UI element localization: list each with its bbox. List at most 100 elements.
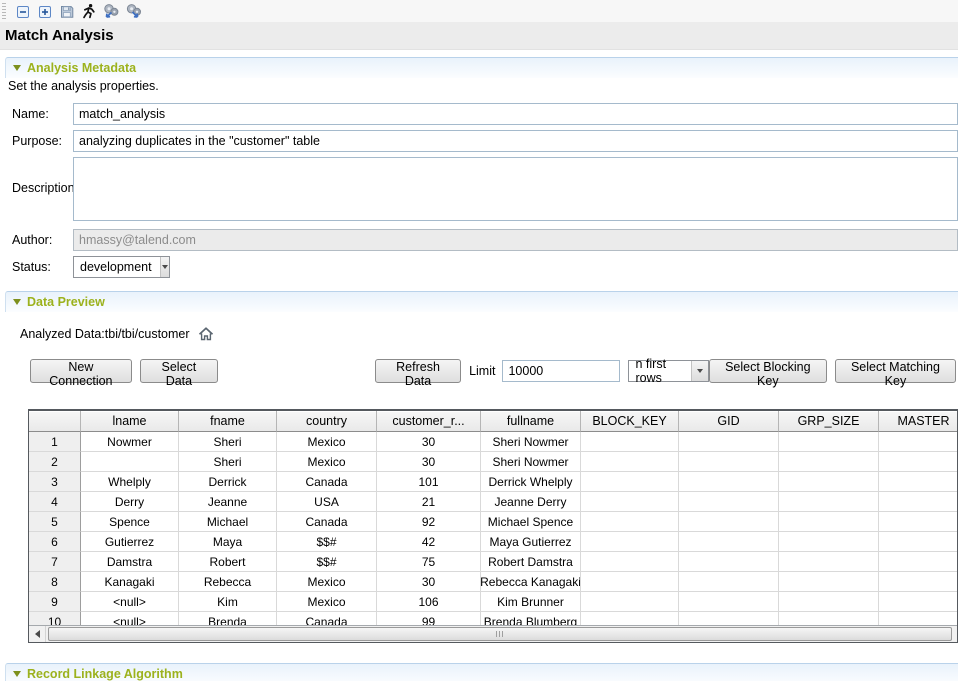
scrollbar-thumb[interactable] <box>48 627 952 641</box>
row-number-cell[interactable]: 9 <box>29 592 81 612</box>
table-cell[interactable]: Jeanne <box>179 492 277 512</box>
table-cell[interactable] <box>879 452 957 472</box>
column-header-lname[interactable]: lname <box>81 411 179 432</box>
table-cell[interactable] <box>779 512 879 532</box>
home-icon[interactable] <box>197 326 215 342</box>
table-cell[interactable]: Brenda <box>179 612 277 625</box>
table-cell[interactable]: Sheri <box>179 432 277 452</box>
table-cell[interactable] <box>879 572 957 592</box>
table-cell[interactable]: Maya <box>179 532 277 552</box>
expand-all-button[interactable] <box>34 1 56 21</box>
description-field[interactable] <box>73 157 958 221</box>
table-cell[interactable]: 42 <box>377 532 481 552</box>
table-cell[interactable] <box>779 552 879 572</box>
select-blocking-key-button[interactable]: Select Blocking Key <box>709 359 827 383</box>
table-cell[interactable]: Mexico <box>277 572 377 592</box>
column-header-GRP_SIZE[interactable]: GRP_SIZE <box>779 411 879 432</box>
table-cell[interactable]: $$# <box>277 532 377 552</box>
table-cell[interactable]: Rebecca Kanagaki <box>481 572 581 592</box>
status-dropdown[interactable]: development <box>73 256 170 278</box>
table-cell[interactable] <box>879 512 957 532</box>
section-header-analysis-metadata[interactable]: Analysis Metadata <box>5 57 958 78</box>
table-cell[interactable]: Whelply <box>81 472 179 492</box>
table-cell[interactable] <box>879 592 957 612</box>
new-connection-button[interactable]: New Connection <box>30 359 132 383</box>
table-cell[interactable] <box>581 572 679 592</box>
table-cell[interactable]: $$# <box>277 552 377 572</box>
table-cell[interactable]: Robert <box>179 552 277 572</box>
collapse-all-button[interactable] <box>12 1 34 21</box>
refresh-gears-button[interactable] <box>100 1 122 21</box>
refresh-gears-alt-button[interactable] <box>122 1 144 21</box>
row-number-cell[interactable]: 2 <box>29 452 81 472</box>
table-cell[interactable]: 30 <box>377 452 481 472</box>
table-cell[interactable]: Spence <box>81 512 179 532</box>
table-cell[interactable]: <null> <box>81 612 179 625</box>
table-cell[interactable]: 30 <box>377 572 481 592</box>
refresh-data-button[interactable]: Refresh Data <box>375 359 461 383</box>
table-cell[interactable] <box>581 612 679 625</box>
table-cell[interactable] <box>879 472 957 492</box>
table-cell[interactable] <box>581 452 679 472</box>
table-cell[interactable] <box>779 452 879 472</box>
table-cell[interactable]: Canada <box>277 612 377 625</box>
save-button[interactable] <box>56 1 78 21</box>
table-cell[interactable]: 106 <box>377 592 481 612</box>
table-cell[interactable]: Mexico <box>277 592 377 612</box>
table-cell[interactable]: USA <box>277 492 377 512</box>
table-cell[interactable] <box>779 592 879 612</box>
select-matching-key-button[interactable]: Select Matching Key <box>835 359 956 383</box>
table-cell[interactable]: Mexico <box>277 432 377 452</box>
table-cell[interactable] <box>581 552 679 572</box>
table-cell[interactable] <box>679 452 779 472</box>
column-header-GID[interactable]: GID <box>679 411 779 432</box>
table-cell[interactable] <box>679 472 779 492</box>
table-cell[interactable]: Rebecca <box>179 572 277 592</box>
toolbar-grip-handle[interactable] <box>2 3 6 19</box>
table-cell[interactable] <box>879 532 957 552</box>
table-cell[interactable]: Kim <box>179 592 277 612</box>
table-cell[interactable]: Gutierrez <box>81 532 179 552</box>
table-cell[interactable]: Brenda Blumberg <box>481 612 581 625</box>
run-analysis-button[interactable] <box>78 1 100 21</box>
table-cell[interactable] <box>679 432 779 452</box>
scroll-left-arrow[interactable] <box>29 626 46 642</box>
column-header-customer_r...[interactable]: customer_r... <box>377 411 481 432</box>
dropdown-arrow-icon[interactable] <box>691 361 708 381</box>
table-cell[interactable]: Kim Brunner <box>481 592 581 612</box>
table-cell[interactable]: Michael <box>179 512 277 532</box>
table-cell[interactable]: Derrick Whelply <box>481 472 581 492</box>
purpose-field[interactable] <box>73 130 958 152</box>
table-cell[interactable]: 101 <box>377 472 481 492</box>
table-cell[interactable]: 21 <box>377 492 481 512</box>
table-cell[interactable]: 75 <box>377 552 481 572</box>
table-cell[interactable]: Jeanne Derry <box>481 492 581 512</box>
table-cell[interactable] <box>581 592 679 612</box>
table-cell[interactable]: Damstra <box>81 552 179 572</box>
column-header-fname[interactable]: fname <box>179 411 277 432</box>
column-header-BLOCK_KEY[interactable]: BLOCK_KEY <box>581 411 679 432</box>
row-number-cell[interactable]: 4 <box>29 492 81 512</box>
table-cell[interactable] <box>679 592 779 612</box>
table-cell[interactable] <box>879 432 957 452</box>
table-cell[interactable]: Mexico <box>277 452 377 472</box>
table-cell[interactable]: Sheri Nowmer <box>481 432 581 452</box>
table-cell[interactable] <box>779 492 879 512</box>
table-cell[interactable] <box>879 492 957 512</box>
table-cell[interactable]: 30 <box>377 432 481 452</box>
table-cell[interactable] <box>779 532 879 552</box>
limit-input[interactable] <box>502 360 620 382</box>
table-cell[interactable]: Nowmer <box>81 432 179 452</box>
table-cell[interactable]: Sheri Nowmer <box>481 452 581 472</box>
table-cell[interactable] <box>779 572 879 592</box>
table-cell[interactable]: <null> <box>81 592 179 612</box>
select-data-button[interactable]: Select Data <box>140 359 218 383</box>
row-number-cell[interactable]: 3 <box>29 472 81 492</box>
table-cell[interactable]: 99 <box>377 612 481 625</box>
dropdown-arrow-icon[interactable] <box>160 257 169 277</box>
table-cell[interactable] <box>679 612 779 625</box>
name-field[interactable] <box>73 103 958 125</box>
table-cell[interactable] <box>779 612 879 625</box>
row-number-cell[interactable]: 1 <box>29 432 81 452</box>
table-cell[interactable]: Canada <box>277 472 377 492</box>
